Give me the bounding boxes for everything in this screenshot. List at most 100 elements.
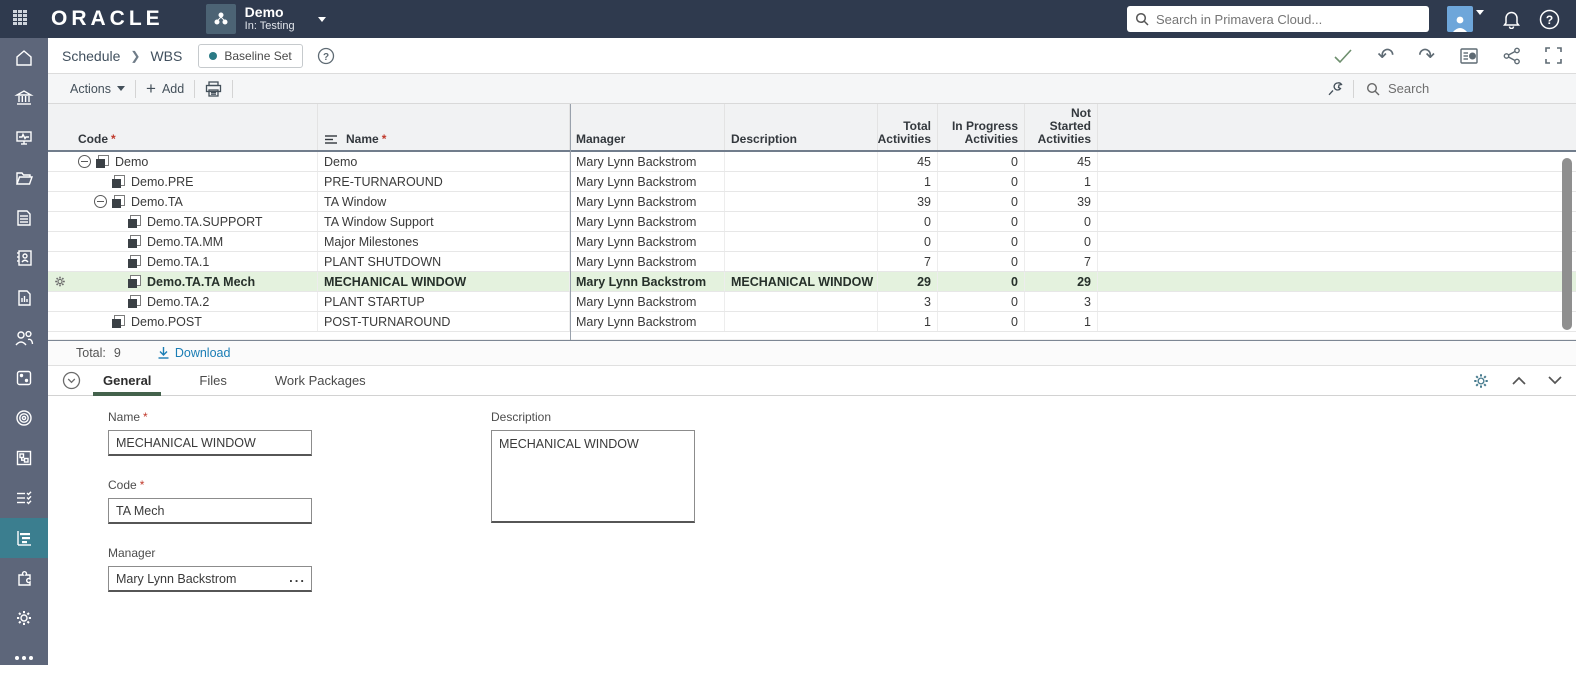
collapse-toggle-icon[interactable] — [78, 155, 91, 168]
table-toolbar: Actions + Add Search — [48, 74, 1576, 104]
sidebar-item-workflow[interactable] — [0, 438, 48, 478]
configure-button[interactable] — [1317, 74, 1353, 103]
code-field[interactable] — [108, 498, 312, 524]
cell-manager: Mary Lynn Backstrom — [570, 292, 725, 311]
column-header-name[interactable]: Name * — [318, 104, 570, 150]
collapse-up-icon[interactable] — [1512, 376, 1526, 385]
add-button[interactable]: + Add — [136, 74, 194, 103]
cell-in-progress-activities: 0 — [938, 152, 1025, 171]
cell-not-started-activities: 3 — [1025, 292, 1098, 311]
cell-not-started-activities: 29 — [1025, 272, 1098, 291]
sidebar-item-schedule-wbs[interactable] — [0, 518, 48, 558]
cell-in-progress-activities: 0 — [938, 252, 1025, 271]
breadcrumb-wbs[interactable]: WBS — [150, 48, 182, 64]
tab-work-packages[interactable]: Work Packages — [271, 366, 370, 396]
cell-not-started-activities: 1 — [1025, 312, 1098, 331]
sidebar-item-contacts[interactable] — [0, 238, 48, 278]
fullscreen-icon[interactable] — [1545, 47, 1562, 64]
share-icon[interactable] — [1503, 47, 1521, 65]
svg-text:?: ? — [323, 51, 329, 62]
vertical-scrollbar[interactable] — [1562, 158, 1572, 330]
cell-in-progress-activities: 0 — [938, 312, 1025, 331]
sidebar-item-apps[interactable] — [0, 558, 48, 598]
table-row[interactable]: Demo.TA.MM Major Milestones Mary Lynn Back… — [48, 232, 1576, 252]
column-header-total-activities[interactable]: Total Activities — [878, 104, 938, 150]
cell-manager: Mary Lynn Backstrom — [570, 312, 725, 331]
column-header-description[interactable]: Description — [725, 104, 878, 150]
column-header-manager[interactable]: Manager — [570, 104, 725, 150]
collapse-down-icon[interactable] — [1548, 376, 1562, 385]
sidebar-item-objectives[interactable] — [0, 398, 48, 438]
table-row[interactable]: Demo.TA TA Window Mary Lynn Backstrom 39 0 39 — [48, 192, 1576, 212]
global-search-input[interactable] — [1156, 11, 1421, 27]
baseline-set-button[interactable]: Baseline Set — [198, 43, 303, 68]
schedule-wbs-icon — [17, 531, 31, 546]
sidebar-item-files[interactable] — [0, 158, 48, 198]
cell-manager: Mary Lynn Backstrom — [570, 252, 725, 271]
gear-icon — [1474, 373, 1488, 388]
description-field-label: Description — [491, 410, 552, 424]
tab-general[interactable]: General — [92, 366, 162, 396]
panel-collapse-toggle[interactable] — [62, 371, 81, 390]
cell-description — [725, 232, 878, 251]
actions-button[interactable]: Actions — [60, 74, 135, 103]
cell-total-activities: 45 — [878, 152, 938, 171]
sidebar-item-home[interactable] — [0, 38, 48, 78]
help-icon[interactable]: ? — [317, 47, 335, 65]
apply-check-icon[interactable] — [1333, 48, 1353, 64]
notifications-bell-icon[interactable] — [1502, 9, 1521, 29]
sidebar-item-portfolio[interactable] — [0, 78, 48, 118]
sidebar-item-reports[interactable] — [0, 278, 48, 318]
table-row[interactable]: Demo.TA.1 PLANT SHUTDOWN Mary Lynn Backstr… — [48, 252, 1576, 272]
print-button[interactable] — [195, 74, 232, 103]
global-search[interactable] — [1127, 6, 1429, 32]
sidebar-item-documents[interactable] — [0, 198, 48, 238]
table-row[interactable]: Demo.PRE PRE-TURNAROUND Mary Lynn Backstro… — [48, 172, 1576, 192]
sidebar-item-risk[interactable] — [0, 358, 48, 398]
sidebar-item-tasks[interactable] — [0, 478, 48, 518]
wbs-table-body: Demo Demo Mary Lynn Backstrom 45 0 45 Demo.PRE… — [48, 152, 1576, 332]
sidebar-item-dashboards[interactable] — [0, 118, 48, 158]
column-header-not-started-activities[interactable]: Not Started Activities — [1025, 104, 1098, 150]
cell-in-progress-activities: 0 — [938, 172, 1025, 191]
chevron-right-icon: ❯ — [130, 48, 141, 63]
description-field[interactable] — [491, 430, 695, 523]
help-icon[interactable]: ? — [1539, 9, 1560, 30]
user-menu[interactable] — [1447, 6, 1484, 32]
table-row[interactable]: Demo Demo Mary Lynn Backstrom 45 0 45 — [48, 152, 1576, 172]
table-row[interactable]: Demo.TA.SUPPORT TA Window Support Mary Lyn… — [48, 212, 1576, 232]
download-link[interactable]: Download — [157, 346, 230, 360]
risk-dice-icon — [16, 370, 32, 386]
column-header-in-progress-activities[interactable]: In Progress Activities — [938, 104, 1025, 150]
manager-picker-button[interactable]: ... — [289, 570, 306, 585]
collapse-toggle-icon[interactable] — [94, 195, 107, 208]
manager-field[interactable] — [108, 566, 312, 592]
cell-in-progress-activities: 0 — [938, 292, 1025, 311]
app-launcher-icon[interactable] — [13, 10, 29, 28]
table-search[interactable]: Search — [1354, 81, 1564, 96]
panel-settings-button[interactable] — [1472, 372, 1490, 390]
table-row[interactable]: Demo.TA.2 PLANT STARTUP Mary Lynn Backstro… — [48, 292, 1576, 312]
sidebar-item-more[interactable] — [0, 638, 48, 678]
cell-name: Major Milestones — [318, 232, 570, 251]
sidebar-item-resources[interactable] — [0, 318, 48, 358]
row-gear-icon[interactable] — [54, 275, 66, 288]
column-header-code[interactable]: Code * — [72, 104, 318, 150]
general-detail-panel: Name* Code* Manager ... Description — [48, 396, 1576, 592]
objectives-target-icon — [16, 410, 32, 426]
report-view-icon[interactable] — [1459, 47, 1479, 65]
table-row[interactable]: Demo.POST POST-TURNAROUND Mary Lynn Backst… — [48, 312, 1576, 332]
project-switcher[interactable]: Demo In: Testing — [205, 4, 326, 34]
search-icon — [1366, 82, 1380, 95]
undo-icon[interactable]: ↶ — [1377, 43, 1394, 68]
redo-icon[interactable]: ↷ — [1418, 43, 1435, 68]
sidebar-item-settings[interactable] — [0, 598, 48, 638]
settings-gear-icon — [17, 611, 31, 625]
breadcrumb-schedule[interactable]: Schedule — [62, 48, 120, 64]
tab-files[interactable]: Files — [195, 366, 230, 396]
chevron-down-icon — [117, 86, 125, 91]
cell-name: Demo — [318, 152, 570, 171]
name-field[interactable] — [108, 430, 312, 456]
cell-total-activities: 0 — [878, 232, 938, 251]
table-row[interactable]: Demo.TA.TA Mech MECHANICAL WINDOW Mary Lyn… — [48, 272, 1576, 292]
